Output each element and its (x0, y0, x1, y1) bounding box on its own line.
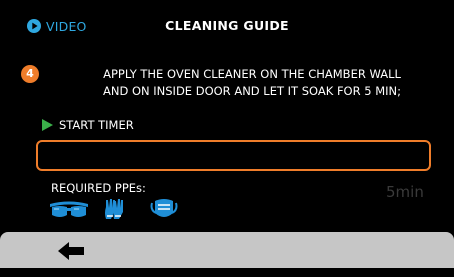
face-mask-icon (150, 199, 178, 217)
step-instruction: APPLY THE OVEN CLEANER ON THE CHAMBER WA… (60, 66, 444, 100)
timer-field[interactable] (36, 140, 431, 171)
instruction-line: AND ON INSIDE DOOR AND LET IT SOAK FOR 5… (102, 84, 402, 98)
gloves-icon (105, 199, 123, 219)
instruction-line: APPLY THE OVEN CLEANER ON THE CHAMBER WA… (103, 67, 401, 81)
timer-duration: 5min (386, 183, 424, 201)
start-timer-button[interactable]: START TIMER (42, 118, 134, 132)
safety-goggles-icon (50, 201, 88, 217)
start-timer-label: START TIMER (59, 118, 134, 132)
step-number-badge: 4 (21, 65, 39, 83)
back-arrow-icon[interactable] (56, 240, 88, 262)
required-ppe-label: REQUIRED PPEs: (51, 181, 146, 195)
play-icon (42, 119, 53, 131)
page-title: CLEANING GUIDE (165, 18, 289, 33)
